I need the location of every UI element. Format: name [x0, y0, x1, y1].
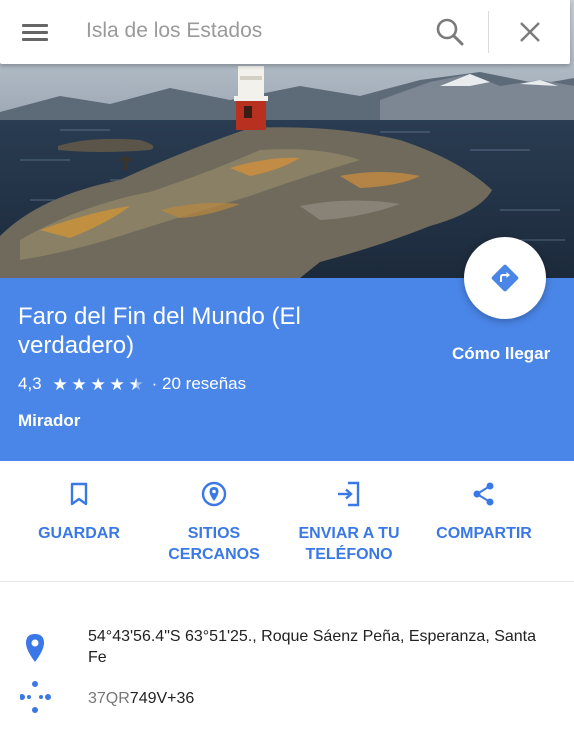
- share-label: COMPARTIR: [436, 525, 532, 542]
- rating-row: 4,3 ★ ★ ★ ★ ★ · 20 reseñas: [18, 374, 246, 394]
- clear-search-button[interactable]: [512, 14, 548, 50]
- rating-stars: ★ ★ ★ ★ ★: [51, 376, 146, 393]
- directions-label[interactable]: Cómo llegar: [452, 344, 550, 364]
- search-divider: [488, 11, 489, 53]
- action-row: GUARDAR SITIOS CERCANOS ENVIAR A TU TELÉ…: [0, 461, 574, 581]
- location-pin-icon: [26, 634, 44, 662]
- search-icon: [436, 18, 464, 46]
- place-title: Faro del Fin del Mundo (El verdadero): [18, 303, 301, 359]
- plus-code-main: 749V+36: [129, 690, 195, 707]
- plus-code-icon: [20, 681, 51, 713]
- search-button[interactable]: [432, 14, 468, 50]
- send-to-phone-button[interactable]: ENVIAR A TU TELÉFONO: [279, 461, 419, 581]
- section-divider: [0, 581, 574, 582]
- save-label: GUARDAR: [38, 525, 120, 542]
- star-icon: ★: [109, 374, 125, 394]
- search-input[interactable]: [86, 14, 406, 48]
- directions-icon: [491, 264, 519, 292]
- search-bar: [0, 0, 570, 64]
- star-icon: ★: [90, 374, 106, 394]
- plus-code-text[interactable]: 37QR749V+36: [88, 688, 194, 709]
- nearby-label: SITIOS CERCANOS: [168, 525, 260, 563]
- save-button[interactable]: GUARDAR: [9, 461, 149, 581]
- share-button[interactable]: COMPARTIR: [414, 461, 554, 581]
- menu-button[interactable]: [14, 14, 54, 50]
- directions-button[interactable]: [464, 237, 546, 319]
- bookmark-icon: [70, 482, 88, 506]
- rating-value: 4,3: [18, 374, 42, 393]
- nearby-icon: [201, 481, 227, 507]
- place-category[interactable]: Mirador: [18, 411, 80, 431]
- send-to-phone-icon: [338, 481, 360, 507]
- star-icon: ★: [71, 374, 87, 394]
- star-icon: ★: [52, 374, 68, 394]
- nearby-button[interactable]: SITIOS CERCANOS: [144, 461, 284, 581]
- close-icon: [520, 22, 540, 42]
- send-to-phone-label: ENVIAR A TU TELÉFONO: [298, 525, 400, 563]
- share-icon: [473, 482, 494, 506]
- hamburger-icon: [22, 24, 48, 27]
- address-text[interactable]: 54°43'56.4"S 63°51'25., Roque Sáenz Peña…: [88, 626, 558, 668]
- reviews-link[interactable]: · 20 reseñas: [152, 374, 247, 394]
- half-star-icon: ★: [128, 374, 144, 394]
- plus-code-prefix: 37QR: [88, 690, 130, 707]
